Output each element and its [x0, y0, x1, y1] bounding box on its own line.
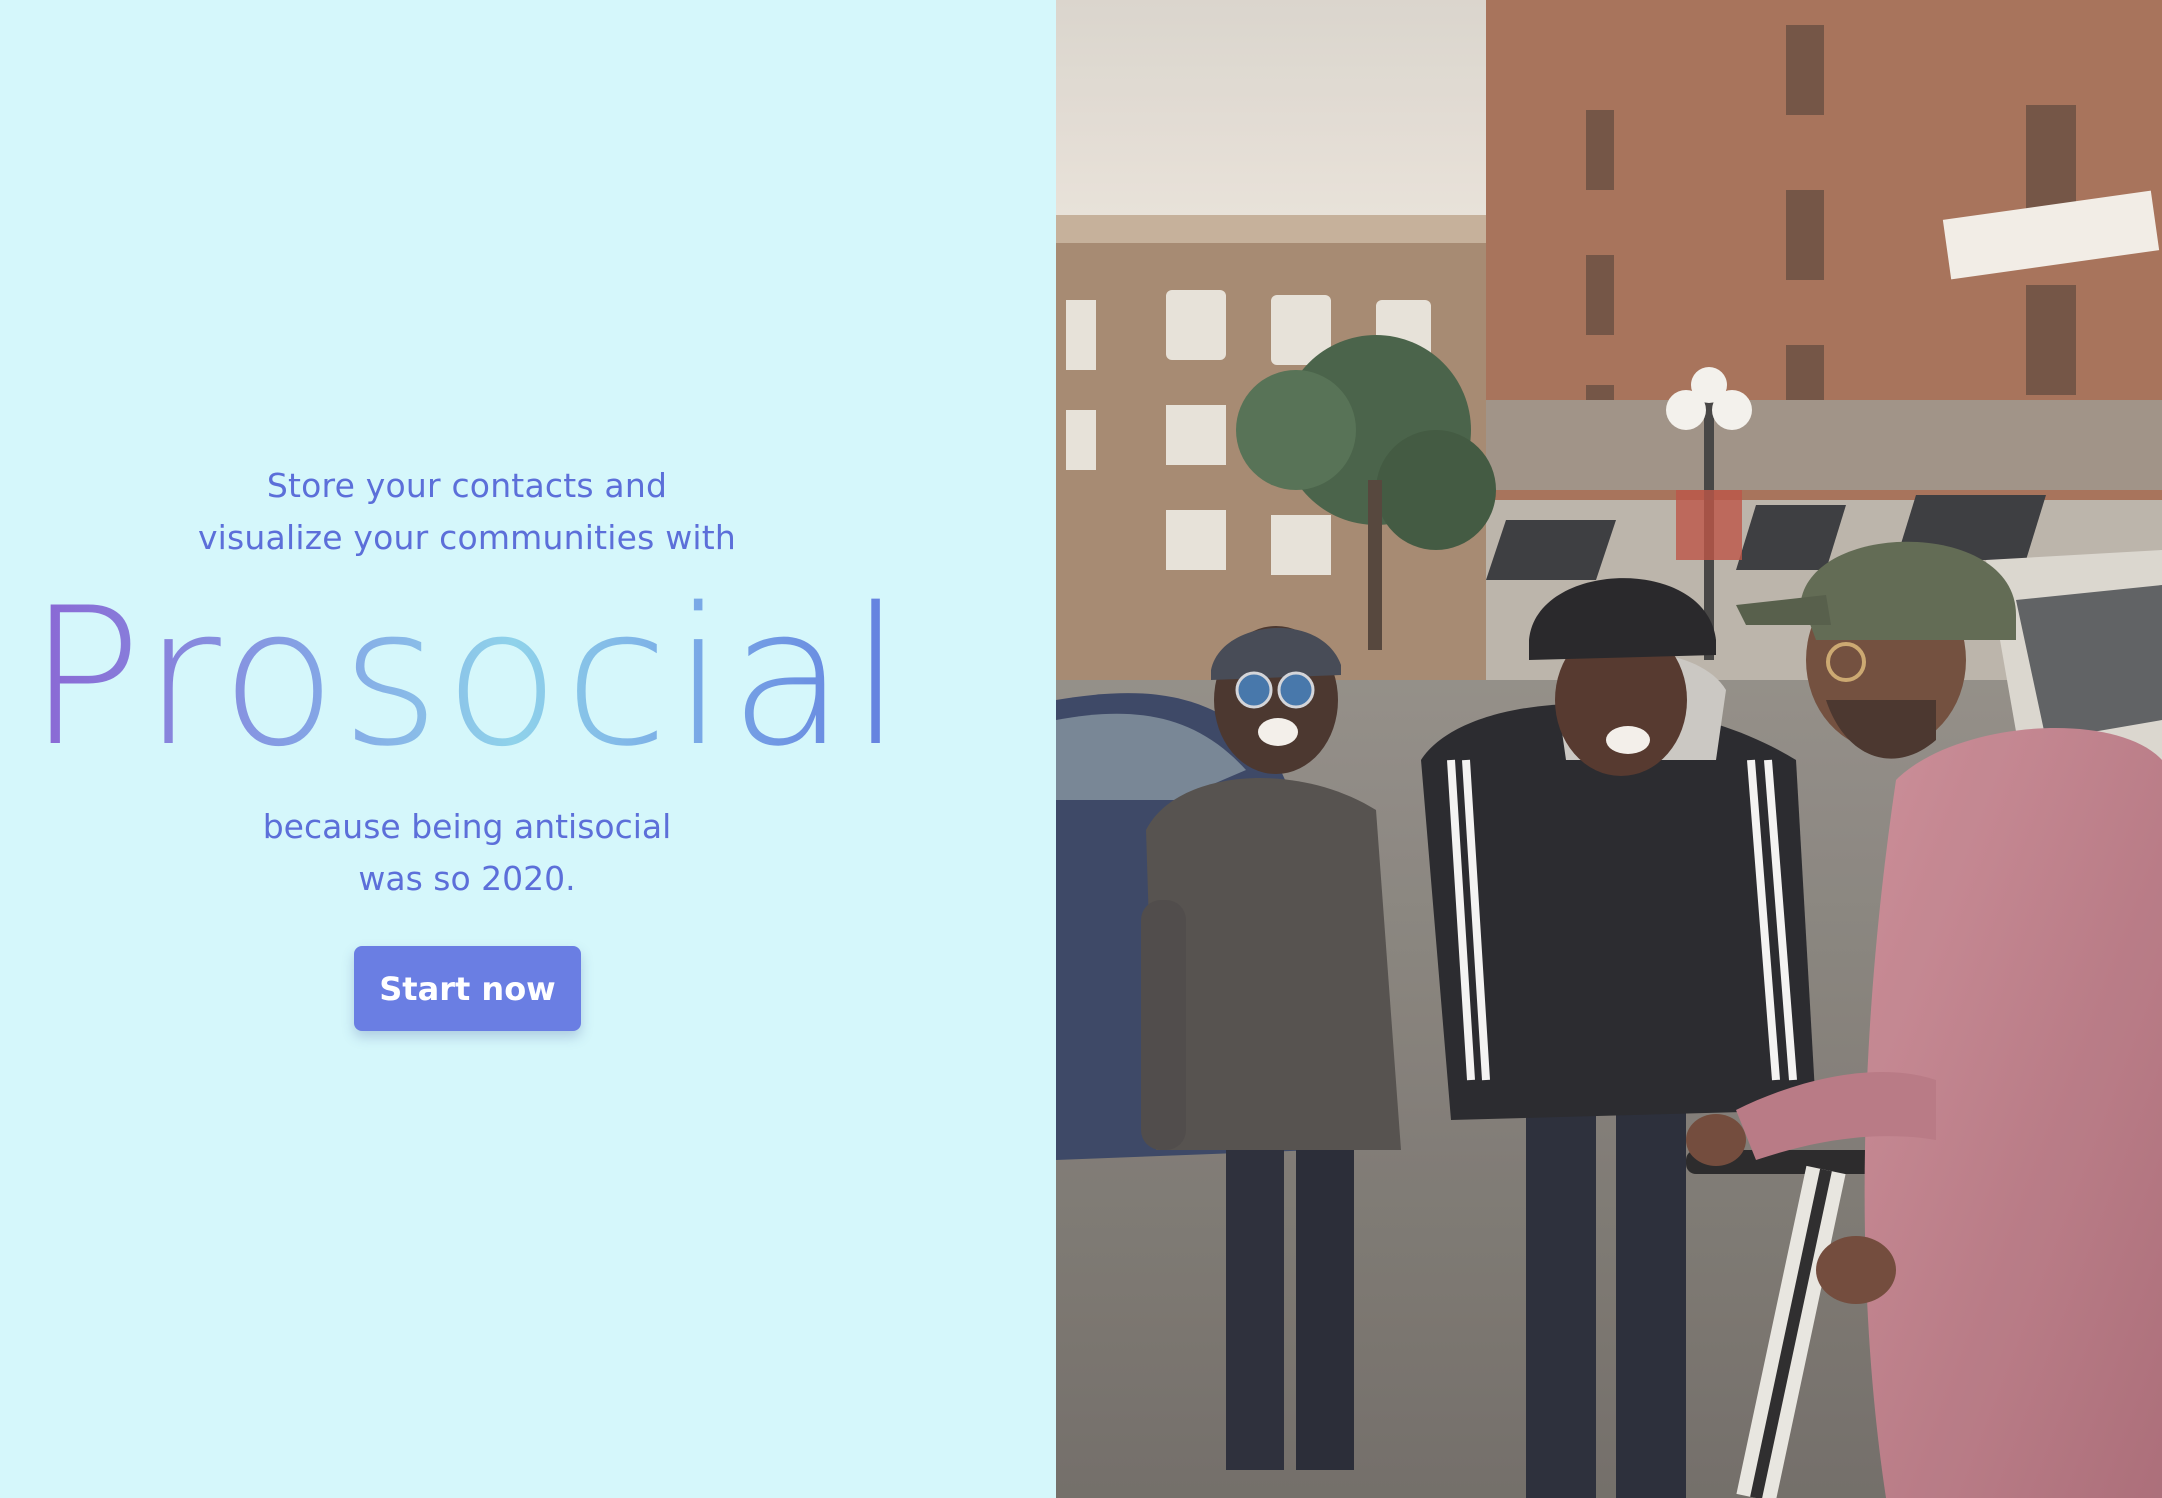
hero-subline: because being antisocial was so 2020.	[0, 801, 934, 905]
tagline-line-2: visualize your communities with	[197, 518, 737, 557]
landing-page: Store your contacts and visualize your c…	[0, 0, 2162, 1498]
brand-title: Prosocial	[0, 578, 934, 778]
subline-line-1: because being antisocial	[262, 807, 672, 846]
hero-tagline: Store your contacts and visualize your c…	[0, 460, 934, 564]
hero-photo	[1056, 0, 2162, 1498]
subline-line-2: was so 2020.	[358, 859, 576, 898]
hero-panel: Store your contacts and visualize your c…	[0, 0, 1056, 1498]
street-photo-illustration	[1056, 0, 2162, 1498]
tagline-line-1: Store your contacts and	[266, 466, 668, 505]
start-now-button[interactable]: Start now	[354, 946, 581, 1031]
